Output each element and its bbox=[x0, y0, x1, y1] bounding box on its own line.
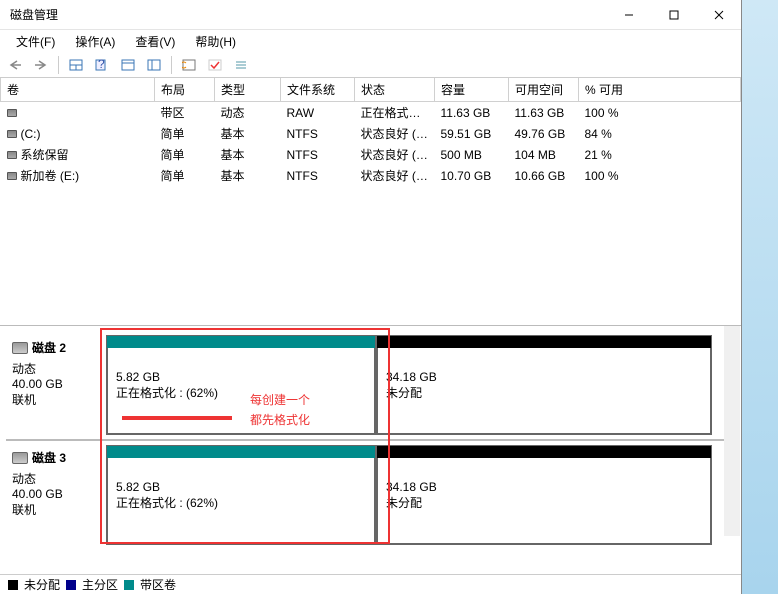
scrollbar[interactable] bbox=[724, 326, 740, 536]
partition[interactable]: 5.82 GB正在格式化 : (62%) bbox=[106, 335, 376, 435]
col-type[interactable]: 类型 bbox=[215, 78, 281, 102]
legend-unallocated: 未分配 bbox=[24, 576, 60, 593]
panes-button[interactable] bbox=[65, 54, 87, 76]
annotation-underline bbox=[122, 416, 232, 420]
close-button[interactable] bbox=[696, 0, 741, 29]
col-percent[interactable]: % 可用 bbox=[579, 78, 741, 102]
disk-icon bbox=[12, 452, 28, 464]
titlebar[interactable]: 磁盘管理 bbox=[0, 0, 741, 30]
window-title: 磁盘管理 bbox=[10, 6, 606, 23]
refresh-button[interactable] bbox=[178, 54, 200, 76]
menu-file[interactable]: 文件(F) bbox=[6, 31, 65, 52]
table-row[interactable]: 系统保留简单基本NTFS状态良好 (…500 MB104 MB21 % bbox=[1, 144, 741, 165]
col-capacity[interactable]: 容量 bbox=[435, 78, 509, 102]
disk-row[interactable]: 磁盘 2动态40.00 GB联机5.82 GB正在格式化 : (62%)34.1… bbox=[6, 335, 735, 435]
menu-view[interactable]: 查看(V) bbox=[125, 31, 185, 52]
menu-action[interactable]: 操作(A) bbox=[65, 31, 125, 52]
table-row[interactable]: (C:)简单基本NTFS状态良好 (…59.51 GB49.76 GB84 % bbox=[1, 123, 741, 144]
toolbar: ? bbox=[0, 52, 741, 78]
disk-graphical-view[interactable]: 磁盘 2动态40.00 GB联机5.82 GB正在格式化 : (62%)34.1… bbox=[0, 326, 741, 574]
partition[interactable]: 5.82 GB正在格式化 : (62%) bbox=[106, 445, 376, 545]
col-volume[interactable]: 卷 bbox=[1, 78, 155, 102]
menubar: 文件(F) 操作(A) 查看(V) 帮助(H) bbox=[0, 30, 741, 52]
list-button[interactable] bbox=[230, 54, 252, 76]
menu-help[interactable]: 帮助(H) bbox=[185, 31, 246, 52]
legend: 未分配 主分区 带区卷 bbox=[0, 574, 741, 594]
legend-striped: 带区卷 bbox=[140, 576, 176, 593]
disk-info: 磁盘 2动态40.00 GB联机 bbox=[6, 335, 106, 435]
window-controls bbox=[606, 0, 741, 29]
forward-button[interactable] bbox=[30, 54, 52, 76]
settings2-button[interactable] bbox=[143, 54, 165, 76]
settings1-button[interactable] bbox=[117, 54, 139, 76]
col-layout[interactable]: 布局 bbox=[155, 78, 215, 102]
col-status[interactable]: 状态 bbox=[355, 78, 435, 102]
disk-icon bbox=[12, 342, 28, 354]
col-fs[interactable]: 文件系统 bbox=[281, 78, 355, 102]
table-row[interactable]: 带区动态RAW正在格式…11.63 GB11.63 GB100 % bbox=[1, 102, 741, 124]
maximize-button[interactable] bbox=[651, 0, 696, 29]
desktop-edge bbox=[742, 0, 778, 594]
table-row[interactable]: 新加卷 (E:)简单基本NTFS状态良好 (…10.70 GB10.66 GB1… bbox=[1, 165, 741, 186]
partition[interactable]: 34.18 GB未分配 bbox=[376, 335, 712, 435]
partition[interactable]: 34.18 GB未分配 bbox=[376, 445, 712, 545]
disk-info: 磁盘 3动态40.00 GB联机 bbox=[6, 445, 106, 545]
volume-list[interactable]: 卷 布局 类型 文件系统 状态 容量 可用空间 % 可用 带区动态RAW正在格式… bbox=[0, 78, 741, 326]
column-headers[interactable]: 卷 布局 类型 文件系统 状态 容量 可用空间 % 可用 bbox=[1, 78, 741, 102]
col-free[interactable]: 可用空间 bbox=[509, 78, 579, 102]
back-button[interactable] bbox=[4, 54, 26, 76]
check-button[interactable] bbox=[204, 54, 226, 76]
minimize-button[interactable] bbox=[606, 0, 651, 29]
disk-management-window: 磁盘管理 文件(F) 操作(A) 查看(V) 帮助(H) ? bbox=[0, 0, 742, 594]
disk-row[interactable]: 磁盘 3动态40.00 GB联机5.82 GB正在格式化 : (62%)34.1… bbox=[6, 445, 735, 545]
svg-text:?: ? bbox=[98, 59, 105, 71]
legend-primary: 主分区 bbox=[82, 576, 118, 593]
help-button[interactable]: ? bbox=[91, 54, 113, 76]
